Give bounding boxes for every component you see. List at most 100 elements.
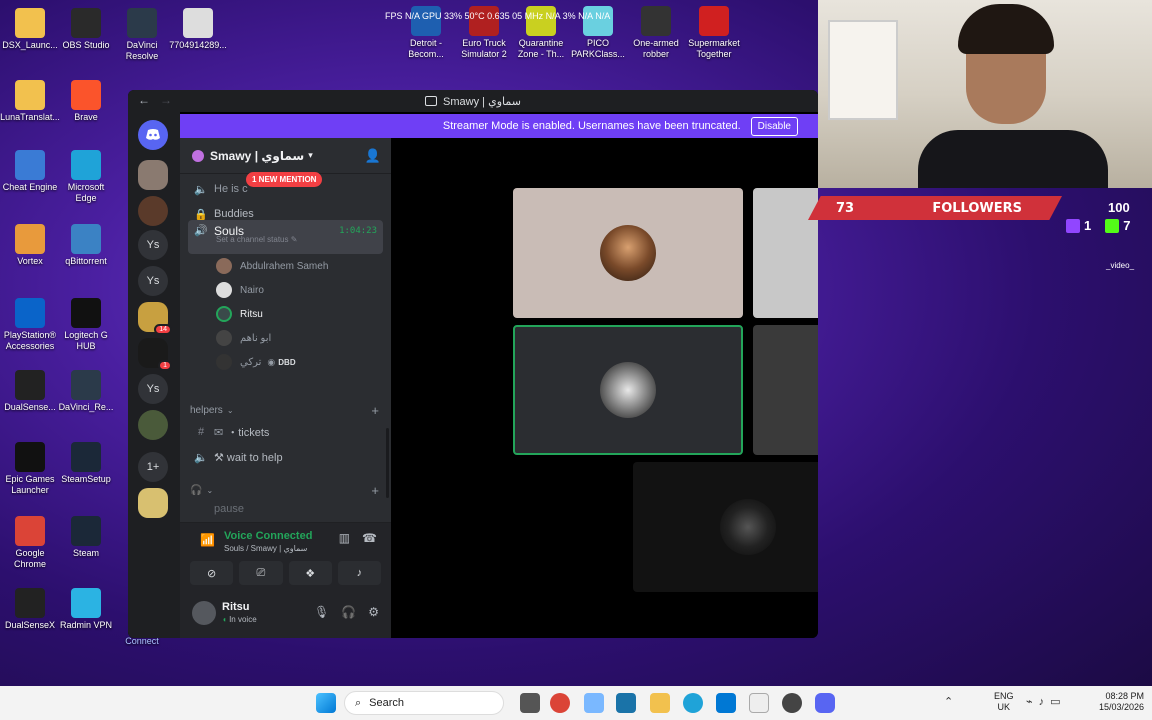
noise-suppression-icon[interactable]: ▥ [339, 531, 350, 545]
desktop-icon[interactable]: DaVinci Resolve [112, 8, 172, 62]
voice-channel-path[interactable]: Souls / Smawy | سماوي [224, 544, 307, 553]
desktop-icon[interactable]: DualSense... [0, 370, 60, 413]
participant-tile-speaking[interactable] [513, 325, 743, 455]
voice-connected-title[interactable]: Voice Connected [224, 530, 312, 542]
channel-wait-help[interactable]: 🔈 ⚒ wait to help [188, 446, 383, 468]
new-mention-badge[interactable]: 1 NEW MENTION [246, 172, 323, 187]
add-channel-icon[interactable]: + [371, 483, 379, 498]
server-header[interactable]: Smawy | سماوي ▾ 👤 [180, 138, 391, 174]
server-smawy[interactable]: 1 [138, 338, 172, 371]
game-shortcut[interactable]: Supermarket Together [684, 6, 744, 60]
chevron-down-icon: ▾ [308, 150, 313, 160]
participant-tile[interactable] [633, 462, 818, 592]
desktop-icon[interactable]: PlayStation® Accessories [0, 298, 60, 352]
gear-icon[interactable]: ⚙ [368, 605, 379, 619]
back-arrow-icon[interactable]: ← [138, 93, 150, 107]
copilot-icon[interactable] [584, 693, 604, 713]
edge-icon[interactable] [683, 693, 703, 713]
desktop-icon[interactable]: Cheat Engine [0, 150, 60, 193]
add-channel-icon[interactable]: + [371, 403, 379, 418]
desktop-icon[interactable]: DualSenseX [0, 588, 60, 631]
server-ys-3[interactable]: Ys [138, 374, 168, 404]
channel-pause[interactable]: pause [188, 498, 383, 520]
voice-user[interactable]: ابو ناهم [216, 328, 271, 348]
desktop-icon-label: Google Chrome [13, 548, 46, 569]
forward-arrow-icon[interactable]: → [160, 93, 172, 107]
desktop-icon[interactable]: DaVinci_Re... [56, 370, 116, 413]
set-channel-status[interactable]: Set a channel status ✎ [216, 235, 297, 244]
game-shortcut[interactable]: One-armed robber [626, 6, 686, 60]
voice-user[interactable]: Ritsu [216, 304, 263, 324]
chevron-up-icon[interactable]: ⌃ [944, 695, 953, 708]
task-view-icon[interactable] [520, 693, 540, 713]
screen-share-button[interactable]: ⎚ [239, 561, 283, 585]
desktop-icon[interactable]: OBS Studio [56, 8, 116, 51]
voice-user[interactable]: Nairo [216, 280, 264, 300]
game-label: Detroit - Becom... [408, 38, 444, 59]
avatar[interactable] [192, 601, 216, 625]
store-icon[interactable] [749, 693, 769, 713]
discord-home-icon[interactable] [138, 120, 168, 150]
participant-tile[interactable] [753, 325, 818, 455]
desktop-icon[interactable]: Vortex [0, 224, 60, 267]
system-tray[interactable]: ⌁♪▭ [1026, 695, 1067, 708]
participant-tile[interactable] [513, 188, 743, 318]
server-icon[interactable]: 14 [138, 302, 172, 335]
participant-tile[interactable] [753, 188, 818, 318]
category-helpers[interactable]: helpers ⌄ + [190, 402, 381, 418]
server-icon[interactable] [138, 488, 168, 518]
server-icon[interactable] [138, 196, 168, 226]
discord-taskbar-icon[interactable] [815, 693, 835, 713]
disconnect-icon[interactable]: ☎ [362, 531, 377, 545]
server-ys-1[interactable]: Ys [138, 230, 168, 260]
avatar [216, 282, 232, 298]
disable-streamer-button[interactable]: Disable [750, 116, 798, 136]
desktop-icon[interactable]: LunaTranslat... [0, 80, 60, 123]
invite-people-icon[interactable]: 👤 [365, 148, 381, 164]
obs-icon[interactable] [782, 693, 802, 713]
voice-user[interactable]: Abdulrahem Sameh [216, 256, 328, 276]
server-icon[interactable] [138, 160, 168, 190]
voice-user[interactable]: تركي ◉ DBD [216, 352, 296, 372]
activities-button[interactable]: ❖ [288, 561, 332, 585]
followers-label: FOLLOWERS [932, 200, 1022, 216]
followers-count: 73 [836, 200, 855, 216]
soundboard-button[interactable]: ♪ [337, 561, 381, 585]
clock[interactable]: 08:28 PM 15/03/2026 [1088, 691, 1144, 713]
camera-off-button[interactable]: ⊘ [190, 561, 234, 585]
username[interactable]: Ritsu [222, 601, 250, 613]
desktop-icon[interactable]: Radmin VPN [56, 588, 116, 631]
desktop-icon[interactable]: Microsoft Edge [56, 150, 116, 204]
hash-icon: # [197, 426, 205, 438]
desktop-icon[interactable]: Steam [56, 516, 116, 559]
desktop-icon-label: DaVinci Resolve [125, 40, 159, 61]
desktop-icon[interactable]: Epic Games Launcher [0, 442, 60, 496]
signal-icon[interactable]: 📶 [200, 533, 215, 547]
desktop-icon[interactable]: Google Chrome [0, 516, 60, 570]
language-indicator[interactable]: ENG UK [994, 691, 1014, 713]
outlook-icon[interactable] [716, 693, 736, 713]
server-icon[interactable] [138, 410, 168, 440]
headphones-icon[interactable]: 🎧 [341, 605, 356, 619]
server-more[interactable]: 1+ [138, 452, 168, 482]
vscode-icon[interactable] [616, 693, 636, 713]
desktop-icon[interactable]: DSX_Launc... [0, 8, 60, 51]
desktop-icon-label: Epic Games Launcher [5, 474, 55, 495]
avatar [720, 499, 776, 555]
desktop-icon[interactable]: qBittorrent [56, 224, 116, 267]
chrome-icon[interactable] [550, 693, 570, 713]
server-ys-2[interactable]: Ys [138, 266, 168, 296]
file-explorer-icon[interactable] [650, 693, 670, 713]
category-headphones[interactable]: 🎧 ⌄ + [190, 482, 381, 498]
voice-timer: 1:04:23 [339, 226, 377, 236]
desktop-icon[interactable]: Logitech G HUB [56, 298, 116, 352]
desktop-icon[interactable]: SteamSetup [56, 442, 116, 485]
search-icon: ⌕ [355, 696, 362, 709]
taskbar-search[interactable]: ⌕ Search [344, 691, 504, 715]
scrollbar[interactable] [386, 428, 389, 498]
microphone-icon[interactable]: 🎙 [314, 605, 329, 619]
start-icon[interactable] [316, 693, 336, 713]
desktop-icon[interactable]: 7704914289... [168, 8, 228, 51]
channel-tickets[interactable]: # ✉ ・tickets [188, 421, 383, 443]
desktop-icon[interactable]: Brave [56, 80, 116, 123]
